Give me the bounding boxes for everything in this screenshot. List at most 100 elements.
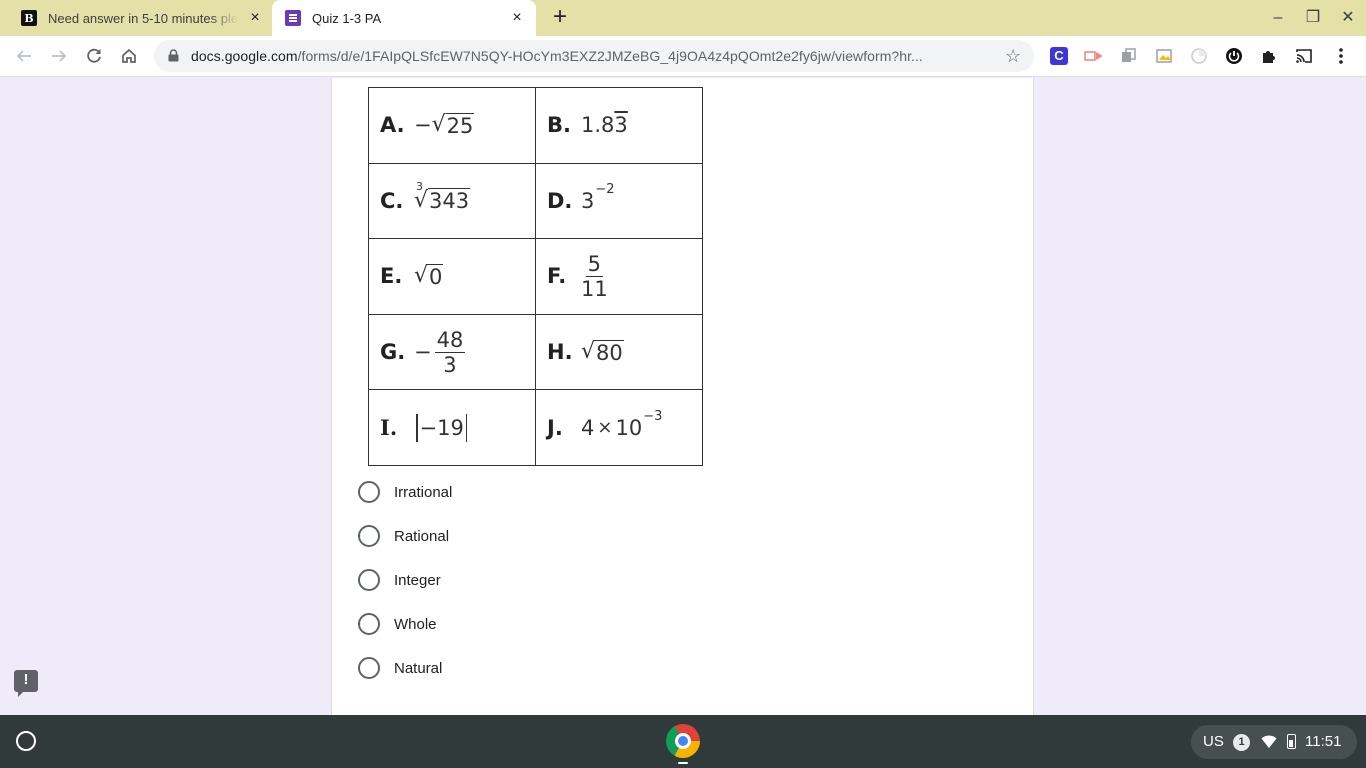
option-irrational[interactable]: Irrational	[358, 470, 452, 514]
launcher-icon[interactable]	[16, 731, 36, 751]
option-rational[interactable]: Rational	[358, 514, 452, 558]
bookmark-star-icon[interactable]: ☆	[1005, 47, 1021, 65]
extension-c-icon: C	[1050, 47, 1068, 65]
radio-button[interactable]	[358, 525, 380, 547]
reload-icon	[87, 48, 101, 63]
table-cell-b: B. 1.8 3	[535, 87, 703, 164]
fraction: 5 11	[581, 252, 608, 301]
home-button[interactable]	[119, 46, 139, 66]
new-tab-button[interactable]: +	[548, 5, 572, 30]
browser-menu-button[interactable]	[1331, 46, 1351, 66]
option-natural[interactable]: Natural	[358, 646, 452, 690]
extensions-menu[interactable]	[1259, 46, 1279, 66]
extension-gallery[interactable]	[1154, 46, 1174, 66]
table-cell-g: G. − 48 3	[368, 313, 536, 391]
extension-copy[interactable]	[1119, 46, 1139, 66]
radio-button[interactable]	[358, 481, 380, 503]
minimize-button[interactable]: –	[1268, 8, 1288, 28]
wifi-icon	[1261, 735, 1277, 748]
cell-letter: J.	[547, 415, 563, 440]
radio-button[interactable]	[358, 657, 380, 679]
root-index: 3	[416, 180, 423, 194]
copy-icon	[1122, 48, 1136, 62]
minus-sign: −	[414, 340, 432, 365]
expr-c: 3 √ 343	[414, 180, 471, 214]
address-bar[interactable]: docs.google.com/forms/d/e/1FAIpQLSfcEW7N…	[154, 40, 1034, 72]
option-label: Rational	[394, 527, 450, 545]
abs-value: −19	[419, 415, 464, 440]
expr-a: − √ 25	[414, 112, 475, 138]
browser-toolbar: docs.google.com/forms/d/e/1FAIpQLSfcEW7N…	[0, 36, 1366, 77]
times-sign: ×	[597, 417, 613, 439]
arrow-right-icon	[52, 50, 67, 62]
tab-strip: B Need answer in 5-10 minutes please × Q…	[0, 0, 1366, 36]
table-cell-a: A. − √ 25	[368, 87, 536, 164]
status-tray[interactable]: US 1 11:51	[1191, 725, 1357, 759]
forward-button[interactable]	[49, 46, 69, 66]
denominator: 3	[443, 352, 457, 377]
option-label: Whole	[394, 615, 437, 633]
restore-button[interactable]: ❐	[1303, 8, 1323, 28]
tab-title: Quiz 1-3 PA	[312, 10, 382, 26]
cell-letter: I.	[380, 415, 398, 441]
answer-options: Irrational Rational Integer Whole Natura…	[358, 470, 452, 690]
video-arrow-icon	[1084, 51, 1103, 61]
tab-brainly[interactable]: B Need answer in 5-10 minutes please ×	[0, 0, 272, 36]
back-button[interactable]	[14, 46, 34, 66]
puzzle-icon	[1263, 51, 1275, 63]
extension-power[interactable]	[1224, 46, 1244, 66]
reload-button[interactable]	[84, 46, 104, 66]
tab-quiz[interactable]: Quiz 1-3 PA ×	[272, 0, 536, 36]
window-close-button[interactable]: ✕	[1338, 8, 1358, 28]
option-whole[interactable]: Whole	[358, 602, 452, 646]
cast-icon	[1296, 49, 1312, 63]
timer-icon	[1191, 48, 1207, 64]
radical-icon: √	[431, 112, 446, 138]
minus-sign: −	[414, 113, 432, 138]
arrow-left-icon	[16, 50, 31, 62]
exponent: −3	[643, 409, 663, 425]
google-forms-icon	[285, 10, 301, 26]
extension-record[interactable]	[1084, 46, 1104, 66]
close-icon[interactable]: ×	[509, 10, 525, 26]
option-label: Irrational	[394, 483, 453, 501]
exponent: −2	[595, 182, 615, 198]
battery-icon	[1287, 734, 1296, 749]
expr-g: − 48 3	[414, 328, 466, 377]
running-indicator	[678, 762, 688, 764]
abs-bar	[465, 413, 468, 442]
abs-bar	[416, 413, 418, 442]
cast-button[interactable]	[1294, 46, 1314, 66]
extension-timer[interactable]	[1189, 46, 1209, 66]
number-table: A. − √ 25 B. 1.8 3 C. 3 √ 343 D. 3 −2 E.…	[368, 87, 703, 466]
radio-button[interactable]	[358, 569, 380, 591]
radicand: 80	[595, 339, 624, 365]
clock: 11:51	[1305, 733, 1342, 750]
lock-icon[interactable]	[168, 49, 179, 62]
expr-e: √ 0	[414, 263, 444, 289]
extension-c[interactable]: C	[1049, 46, 1069, 66]
table-cell-h: H. √ 80	[535, 313, 703, 391]
radicand: 25	[445, 112, 475, 138]
numerator: 5	[585, 251, 604, 277]
table-cell-i: I. −19	[368, 389, 536, 466]
table-cell-j: J. 4 × 10 −3	[535, 389, 703, 466]
chrome-icon[interactable]	[666, 724, 700, 758]
cell-letter: D.	[547, 188, 573, 213]
close-icon[interactable]: ×	[247, 10, 263, 26]
table-cell-e: E. √ 0	[368, 238, 536, 315]
table-cell-f: F. 5 11	[535, 238, 703, 315]
feedback-icon[interactable]: !	[14, 670, 38, 697]
expr-j: 4 × 10 −3	[581, 409, 662, 440]
option-label: Natural	[394, 659, 443, 677]
expr-d: 3 −2	[581, 182, 615, 213]
url-path: /forms/d/e/1FAIpQLSfcEW7N5QY-HOcYm3EXZ2J…	[297, 48, 923, 64]
expr-h: √ 80	[581, 339, 624, 365]
option-integer[interactable]: Integer	[358, 558, 452, 602]
cell-letter: E.	[380, 264, 403, 289]
radicand: 343	[428, 188, 471, 214]
table-cell-d: D. 3 −2	[535, 162, 703, 240]
radio-button[interactable]	[358, 613, 380, 635]
image-gallery-icon	[1156, 49, 1172, 63]
brainly-icon: B	[21, 10, 37, 26]
